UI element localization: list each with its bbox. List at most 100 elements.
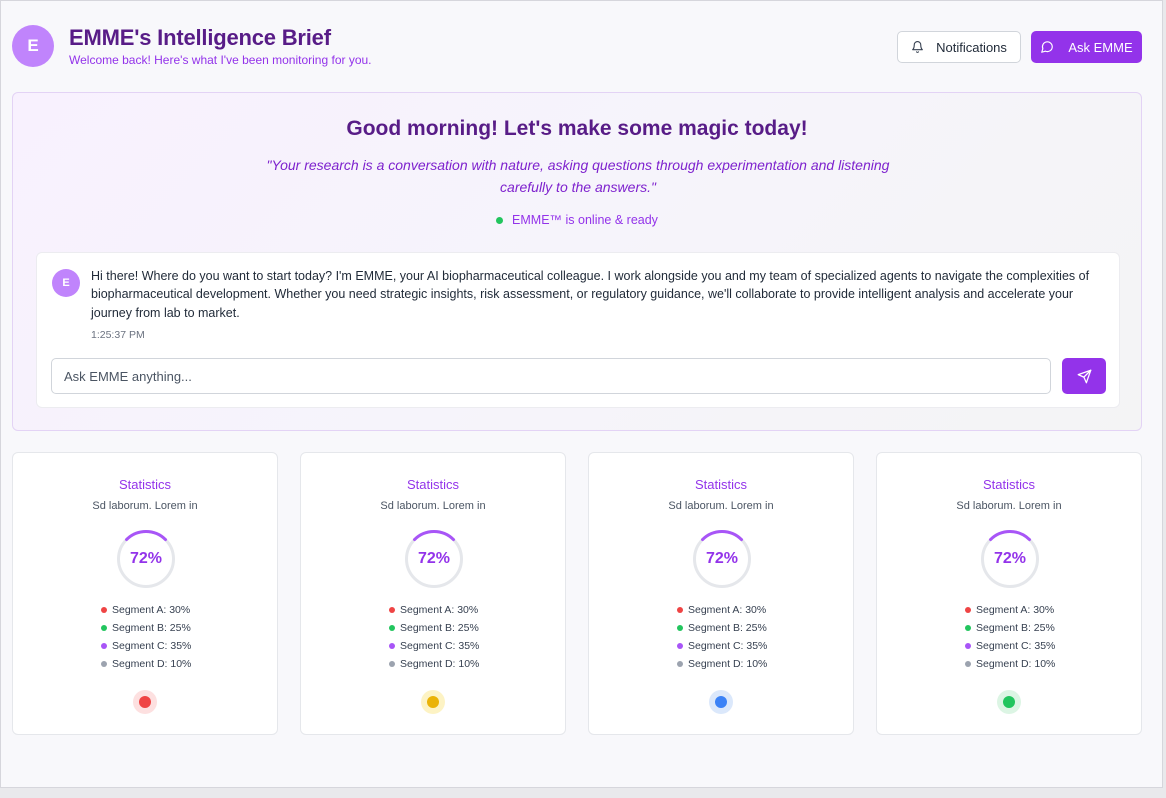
stat-title: Statistics xyxy=(982,477,1035,492)
stat-subtitle: Sd laborum. Lorem in xyxy=(92,500,198,512)
legend-dot xyxy=(101,625,107,631)
status-indicator xyxy=(133,690,157,714)
online-status: EMME™ is online & ready xyxy=(13,213,1141,227)
progress-gauge: 72% xyxy=(980,529,1040,589)
ask-emme-button[interactable]: Ask EMME xyxy=(1031,31,1142,63)
stat-card: Statistics Sd laborum. Lorem in 72% Segm… xyxy=(588,452,854,735)
legend-item-b: Segment B: 25% xyxy=(965,619,1055,637)
stat-subtitle: Sd laborum. Lorem in xyxy=(956,500,1062,512)
legend-label: Segment A: 30% xyxy=(112,604,191,616)
legend-label: Segment D: 10% xyxy=(112,658,192,670)
gauge-percent: 72% xyxy=(993,550,1027,567)
dashboard-page: E EMME's Intelligence Brief Welcome back… xyxy=(0,0,1163,788)
send-button[interactable] xyxy=(1062,358,1106,394)
page-title: EMME's Intelligence Brief xyxy=(69,25,331,50)
page-subtitle: Welcome back! Here's what I've been moni… xyxy=(69,53,372,67)
legend-item-c: Segment C: 35% xyxy=(677,637,767,655)
legend-label: Segment A: 30% xyxy=(400,604,479,616)
legend-label: Segment A: 30% xyxy=(976,604,1055,616)
send-icon xyxy=(1077,369,1092,384)
gauge-percent: 72% xyxy=(417,550,451,567)
progress-gauge: 72% xyxy=(404,529,464,589)
legend-label: Segment D: 10% xyxy=(400,658,480,670)
stat-title: Statistics xyxy=(118,477,171,492)
legend-dot xyxy=(965,643,971,649)
inspirational-quote: "Your research is a conversation with na… xyxy=(266,157,890,195)
progress-gauge: 72% xyxy=(116,529,176,589)
legend-dot xyxy=(101,607,107,613)
legend-label: Segment B: 25% xyxy=(976,622,1055,634)
stat-card: Statistics Sd laborum. Lorem in 72% Segm… xyxy=(876,452,1142,735)
legend-dot xyxy=(389,661,395,667)
legend-dot xyxy=(389,607,395,613)
legend-item-b: Segment B: 25% xyxy=(101,619,191,637)
status-indicator-dot xyxy=(139,696,151,708)
statistics-row: Statistics Sd laborum. Lorem in 72% Segm… xyxy=(12,452,1142,735)
legend-dot xyxy=(389,625,395,631)
legend-label: Segment B: 25% xyxy=(688,622,767,634)
chat-message: Hi there! Where do you want to start tod… xyxy=(91,269,1090,320)
legend-dot xyxy=(965,625,971,631)
online-status-text: EMME™ is online & ready xyxy=(512,213,658,227)
legend-label: Segment B: 25% xyxy=(112,622,191,634)
legend-label: Segment C: 35% xyxy=(112,640,192,652)
segment-legend: Segment A: 30% Segment B: 25% Segment C:… xyxy=(677,601,767,673)
legend-dot xyxy=(677,661,683,667)
legend-item-c: Segment C: 35% xyxy=(965,637,1055,655)
stat-subtitle: Sd laborum. Lorem in xyxy=(380,500,486,512)
legend-item-c: Segment C: 35% xyxy=(389,637,479,655)
segment-legend: Segment A: 30% Segment B: 25% Segment C:… xyxy=(101,601,191,673)
page-header: E EMME's Intelligence Brief Welcome back… xyxy=(12,25,1142,69)
status-indicator-dot xyxy=(427,696,439,708)
progress-gauge: 72% xyxy=(692,529,752,589)
gauge-percent: 72% xyxy=(129,550,163,567)
legend-label: Segment D: 10% xyxy=(976,658,1056,670)
notifications-button[interactable]: Notifications xyxy=(897,31,1021,63)
legend-label: Segment C: 35% xyxy=(688,640,768,652)
legend-label: Segment C: 35% xyxy=(400,640,480,652)
legend-label: Segment D: 10% xyxy=(688,658,768,670)
chat-avatar: E xyxy=(52,269,80,297)
legend-item-a: Segment A: 30% xyxy=(389,601,479,619)
chat-timestamp: 1:25:37 PM xyxy=(91,329,145,341)
legend-dot xyxy=(965,607,971,613)
legend-item-d: Segment D: 10% xyxy=(677,655,767,673)
chat-card: E Hi there! Where do you want to start t… xyxy=(36,252,1120,408)
legend-item-d: Segment D: 10% xyxy=(965,655,1055,673)
status-indicator xyxy=(421,690,445,714)
greeting-heading: Good morning! Let's make some magic toda… xyxy=(346,117,808,140)
stat-card: Statistics Sd laborum. Lorem in 72% Segm… xyxy=(300,452,566,735)
legend-label: Segment C: 35% xyxy=(976,640,1056,652)
legend-label: Segment B: 25% xyxy=(400,622,479,634)
legend-item-b: Segment B: 25% xyxy=(677,619,767,637)
message-circle-icon xyxy=(1040,40,1054,54)
stat-title: Statistics xyxy=(694,477,747,492)
status-indicator xyxy=(997,690,1021,714)
segment-legend: Segment A: 30% Segment B: 25% Segment C:… xyxy=(389,601,479,673)
status-indicator-dot xyxy=(1003,696,1015,708)
legend-item-a: Segment A: 30% xyxy=(677,601,767,619)
legend-label: Segment A: 30% xyxy=(688,604,767,616)
stat-title: Statistics xyxy=(406,477,459,492)
stat-subtitle: Sd laborum. Lorem in xyxy=(668,500,774,512)
greeting-panel: Good morning! Let's make some magic toda… xyxy=(12,92,1142,431)
chat-input[interactable] xyxy=(51,358,1051,394)
stat-card: Statistics Sd laborum. Lorem in 72% Segm… xyxy=(12,452,278,735)
legend-item-d: Segment D: 10% xyxy=(389,655,479,673)
legend-dot xyxy=(101,661,107,667)
legend-item-a: Segment A: 30% xyxy=(965,601,1055,619)
legend-dot xyxy=(389,643,395,649)
legend-dot xyxy=(677,643,683,649)
legend-item-c: Segment C: 35% xyxy=(101,637,191,655)
legend-dot xyxy=(677,607,683,613)
legend-dot xyxy=(677,625,683,631)
status-indicator-dot xyxy=(715,696,727,708)
legend-item-d: Segment D: 10% xyxy=(101,655,191,673)
emme-avatar: E xyxy=(12,25,54,67)
bell-icon xyxy=(911,40,924,54)
legend-item-b: Segment B: 25% xyxy=(389,619,479,637)
gauge-percent: 72% xyxy=(705,550,739,567)
notifications-label: Notifications xyxy=(936,39,1007,55)
segment-legend: Segment A: 30% Segment B: 25% Segment C:… xyxy=(965,601,1055,673)
online-status-dot xyxy=(496,216,504,224)
